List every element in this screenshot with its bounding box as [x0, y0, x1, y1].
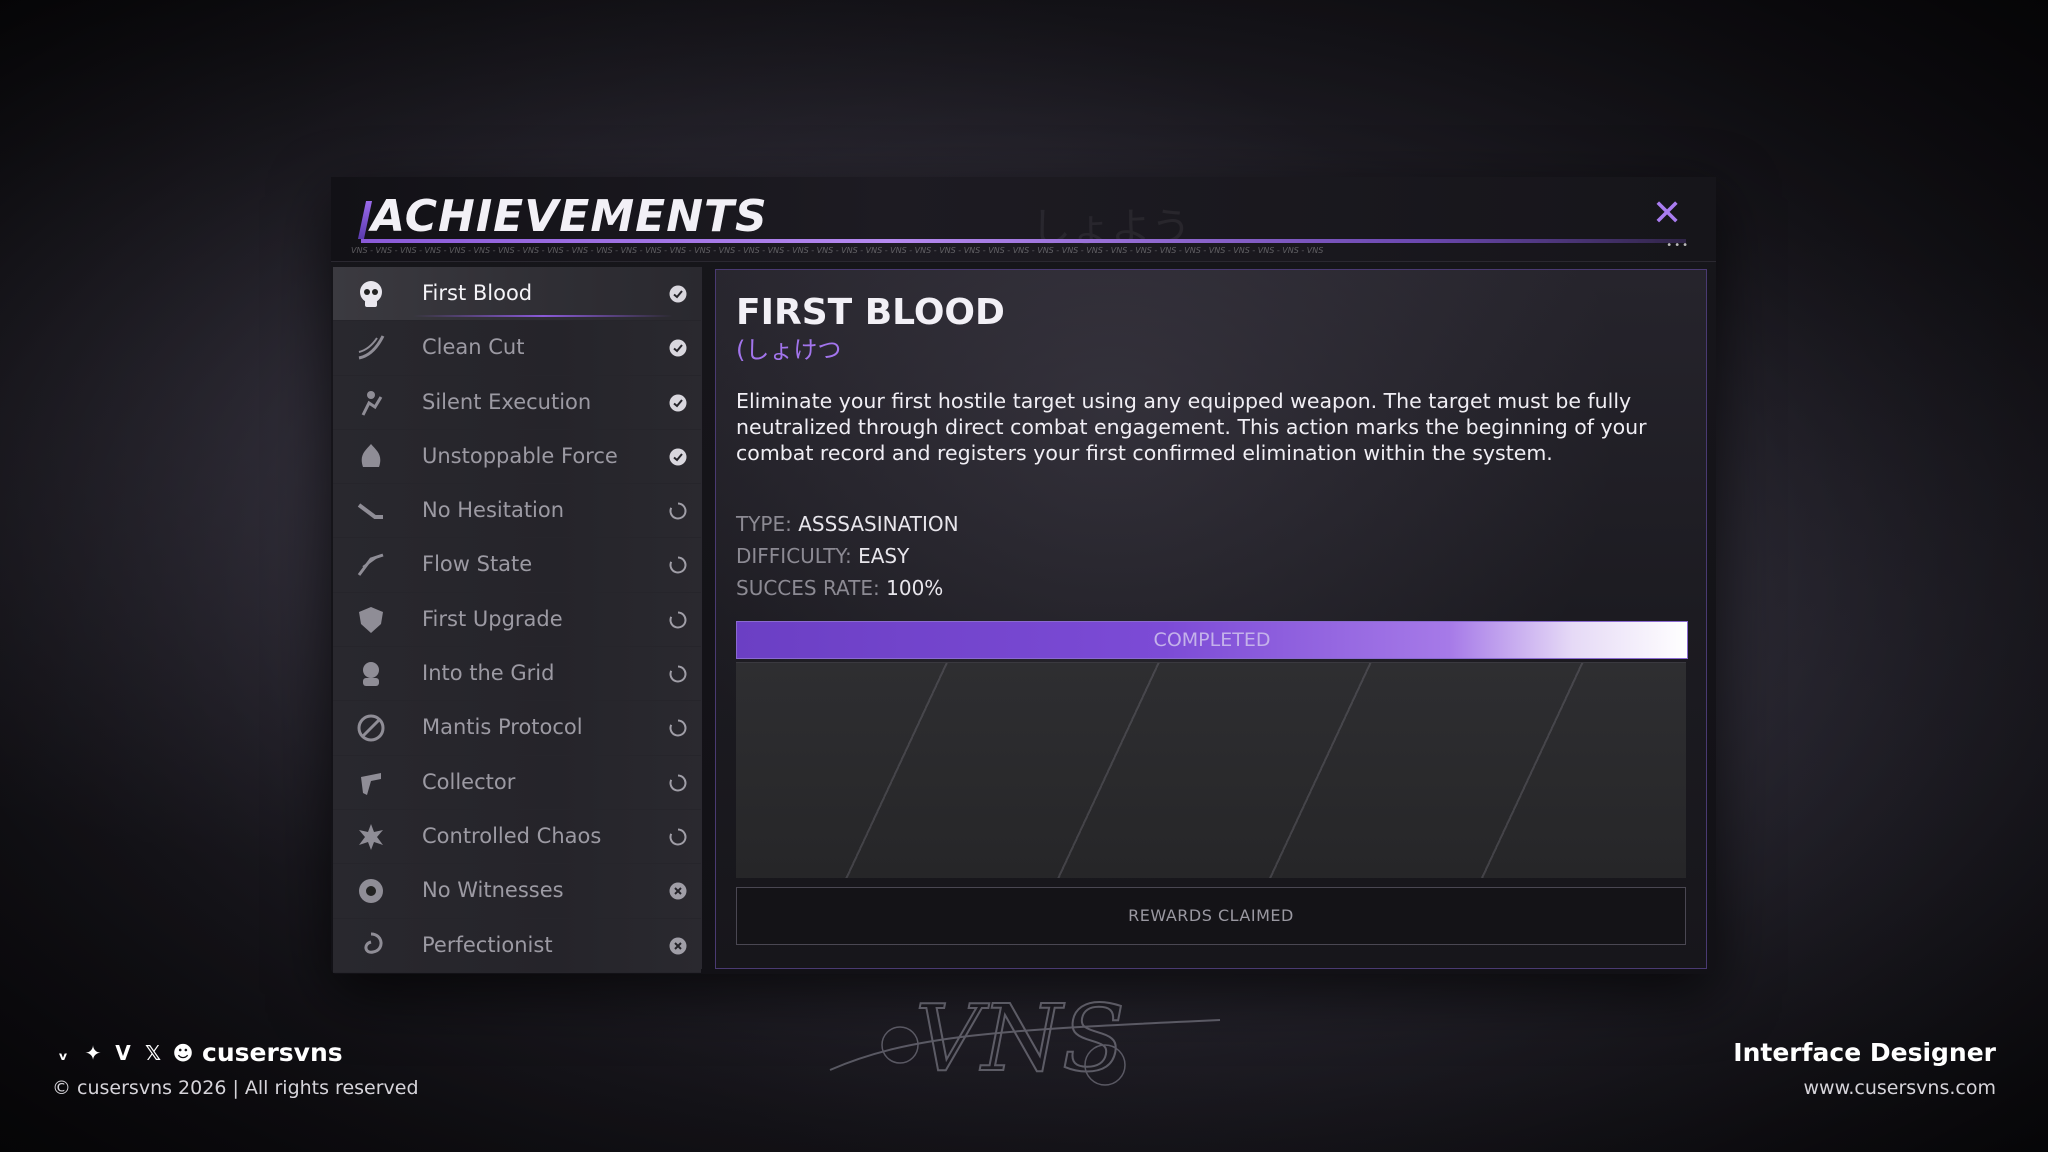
vk-icon[interactable]: ᵥ [52, 1041, 74, 1065]
achievement-item[interactable]: Collector [333, 755, 701, 810]
vns-watermark-logo: VNS [829, 984, 1221, 1093]
achievement-label: Silent Execution [422, 389, 592, 414]
achievement-item[interactable]: First Upgrade [333, 592, 701, 648]
window-header: ACHIEVEMENTS しょよう VNS - VNS - VNS - VNS … [331, 177, 1716, 262]
achievement-item[interactable]: Flow State [333, 538, 701, 593]
title-accent-bar [357, 201, 373, 239]
close-icon[interactable]: ✕ [1652, 196, 1682, 232]
achievement-item[interactable]: Clean Cut [333, 321, 701, 376]
footer-copyright: © cusersvns 2026 | All rights reserved [52, 1077, 419, 1099]
achievement-label: Unstoppable Force [422, 443, 618, 468]
achievement-label: Mantis Protocol [422, 715, 583, 740]
blade-icon [357, 714, 385, 742]
completed-check-icon [669, 448, 687, 466]
stat-type-value: ASSSASINATION [798, 512, 959, 536]
achievement-item[interactable]: Into the Grid [333, 647, 701, 702]
footer-role: Interface Designer [1733, 1038, 1996, 1067]
speed-icon [357, 554, 384, 577]
header-dots-icon: ••• [1666, 240, 1690, 251]
eye-icon [359, 879, 383, 904]
achievement-item[interactable]: Mantis Protocol [333, 701, 701, 756]
achievement-label: Into the Grid [422, 661, 555, 686]
locked-x-icon [669, 937, 687, 955]
detail-title: FIRST BLOOD [736, 292, 1005, 333]
achievement-item[interactable]: Perfectionist [333, 918, 701, 973]
footer-designer: Interface Designer www.cusersvns.com [1733, 1038, 1996, 1099]
reward-preview-area [736, 662, 1686, 878]
rewards-claimed-label: REWARDS CLAIMED [1128, 906, 1294, 925]
stat-rate: SUCCES RATE: 100% [736, 572, 959, 604]
in-progress-spinner-icon [669, 502, 687, 520]
discord-icon[interactable]: ☻ [172, 1041, 194, 1065]
dash-icon [357, 503, 383, 520]
stat-type-label: TYPE: [736, 512, 792, 536]
achievement-item[interactable]: First Blood [333, 267, 701, 322]
achievement-label: No Witnesses [422, 878, 564, 903]
in-progress-spinner-icon [669, 774, 687, 792]
active-underline [413, 315, 673, 318]
window-title: ACHIEVEMENTS [371, 191, 768, 242]
ninja-icon [361, 390, 383, 416]
footer-credits: ᵥ ✦ V 𝕏 ☻ cusersvns © cusersvns 2026 | A… [52, 1038, 419, 1099]
social-row: ᵥ ✦ V 𝕏 ☻ cusersvns [52, 1038, 419, 1067]
achievement-label: Perfectionist [422, 932, 553, 957]
in-progress-spinner-icon [669, 665, 687, 683]
slash-icon [358, 335, 385, 360]
shield-icon [359, 606, 383, 633]
achievement-list: First Blood Clean Cut Silent Execution Unst… [333, 267, 702, 973]
explosion-icon [359, 823, 383, 850]
achievement-label: First Blood [422, 281, 533, 305]
achievement-label: Collector [422, 769, 516, 794]
footer-handle: cusersvns [202, 1038, 343, 1067]
header-accent-line [361, 239, 1686, 243]
hacker-icon [363, 662, 379, 687]
achievement-item[interactable]: Silent Execution [333, 375, 701, 430]
x-icon[interactable]: 𝕏 [142, 1041, 164, 1065]
gun-icon [361, 772, 381, 795]
in-progress-spinner-icon [669, 828, 687, 846]
completed-check-icon [669, 394, 687, 412]
detail-stats: TYPE: ASSSASINATION DIFFICULTY: EASY SUC… [736, 508, 959, 604]
progress-label: COMPLETED [1153, 629, 1271, 651]
achievement-item[interactable]: Controlled Chaos [333, 809, 701, 865]
star-icon[interactable]: ✦ [82, 1041, 104, 1065]
achievement-item[interactable]: Unstoppable Force [333, 429, 701, 485]
swirl-icon [364, 932, 383, 954]
in-progress-spinner-icon [669, 611, 687, 629]
detail-description: Eliminate your first hostile target usin… [736, 389, 1647, 465]
stat-rate-label: SUCCES RATE: [736, 576, 880, 600]
completion-progress-bar: COMPLETED [736, 621, 1688, 659]
achievement-detail: FIRST BLOOD (しょけつ Eliminate your first h… [715, 269, 1707, 969]
in-progress-spinner-icon [669, 719, 687, 737]
stat-difficulty-value: EASY [858, 544, 910, 568]
detail-subtitle: (しょけつ [736, 336, 842, 364]
stat-difficulty: DIFFICULTY: EASY [736, 540, 959, 572]
title-ghost-text: しょよう [1031, 205, 1191, 251]
locked-x-icon [669, 882, 687, 900]
achievement-label: Controlled Chaos [422, 823, 602, 848]
achievement-label: Flow State [422, 552, 533, 577]
achievement-item[interactable]: No Witnesses [333, 864, 701, 919]
rewards-claimed-button[interactable]: REWARDS CLAIMED [736, 887, 1686, 945]
skull-icon [360, 281, 382, 307]
completed-check-icon [669, 339, 687, 357]
stat-rate-value: 100% [886, 576, 944, 600]
in-progress-spinner-icon [669, 556, 687, 574]
completed-check-icon [669, 285, 687, 303]
achievement-label: First Upgrade [422, 606, 563, 631]
achievement-item[interactable]: No Hesitation [333, 484, 701, 539]
flame-icon [361, 443, 381, 467]
achievement-label: Clean Cut [422, 335, 525, 360]
watermark-text: VNS [915, 985, 1125, 1092]
v-icon[interactable]: V [112, 1041, 134, 1065]
achievement-label: No Hesitation [422, 498, 565, 523]
stat-difficulty-label: DIFFICULTY: [736, 544, 852, 568]
stat-type: TYPE: ASSSASINATION [736, 508, 959, 540]
footer-url[interactable]: www.cusersvns.com [1733, 1077, 1996, 1099]
header-tagline: VNS - VNS - VNS - VNS - VNS - VNS - VNS … [351, 246, 1324, 255]
achievements-window: ACHIEVEMENTS しょよう VNS - VNS - VNS - VNS … [331, 177, 1716, 974]
